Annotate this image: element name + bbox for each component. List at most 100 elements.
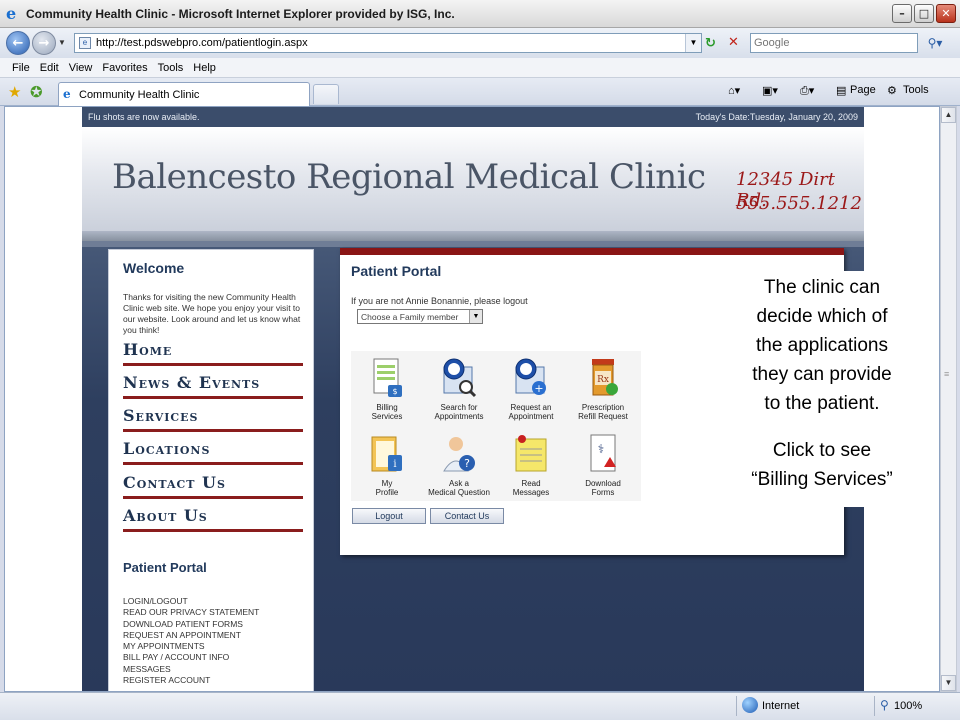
app-search-appointments[interactable]: Search for Appointments <box>423 357 495 421</box>
status-bar: Internet ⚲ 100% <box>0 692 960 720</box>
back-button[interactable]: ← <box>6 31 30 55</box>
tools-menu[interactable]: Tools <box>903 84 929 96</box>
tab-ie-icon: e <box>63 87 71 101</box>
nav-contact-us[interactable]: Contact Us <box>123 473 303 499</box>
scroll-grip-icon[interactable]: ≡ <box>944 369 949 379</box>
scroll-down-icon[interactable]: ▼ <box>941 675 956 691</box>
window-controls: – □ ✕ <box>892 4 956 23</box>
menu-edit[interactable]: Edit <box>38 58 67 77</box>
app-label-line1: Billing <box>376 403 398 412</box>
portal-title: Patient Portal <box>351 263 442 279</box>
app-request-appointment[interactable]: + Request an Appointment <box>495 357 567 421</box>
menu-bar: File Edit View Favorites Tools Help <box>0 58 960 78</box>
favorites-star-icon[interactable]: ★ <box>8 83 21 101</box>
menu-help[interactable]: Help <box>191 58 224 77</box>
app-ask-question[interactable]: ? Ask a Medical Question <box>423 433 495 497</box>
tools-gear-icon[interactable]: ⚙ <box>887 84 897 97</box>
family-member-select[interactable]: Choose a Family member ▼ <box>357 309 483 324</box>
app-label-line1: Read <box>521 479 541 488</box>
clinic-phone: 555.555.1212 <box>736 193 862 214</box>
app-label-line2: Profile <box>375 488 399 497</box>
page-menu-icon[interactable]: ▤ <box>836 84 846 97</box>
status-separator <box>874 696 875 716</box>
security-zone: Internet <box>762 700 800 712</box>
menu-file[interactable]: File <box>10 58 38 77</box>
maximize-button[interactable]: □ <box>914 4 934 23</box>
patient-portal-links: LOGIN/LOGOUT READ OUR PRIVACY STATEMENT … <box>123 596 259 686</box>
app-label-line2: Medical Question <box>428 488 490 497</box>
tab-community-health-clinic[interactable]: e Community Health Clinic <box>58 82 310 106</box>
home-icon[interactable]: ⌂▾ <box>728 84 740 97</box>
calendar-search-icon <box>440 357 478 399</box>
add-favorites-icon[interactable]: ✪ <box>30 83 43 101</box>
nav-home[interactable]: Home <box>123 340 303 366</box>
callout-line: to the patient. <box>764 393 880 414</box>
zoom-level[interactable]: 100% <box>894 700 922 712</box>
search-icon[interactable]: ⚲▾ <box>920 33 950 53</box>
banner-stripe <box>82 231 864 241</box>
logout-note: If you are not Annie Bonannie, please lo… <box>351 296 528 306</box>
search-box[interactable] <box>750 33 918 53</box>
menu-favorites[interactable]: Favorites <box>100 58 155 77</box>
callout-line: decide which of <box>756 306 888 327</box>
app-label-line2: Appointment <box>508 412 554 421</box>
print-icon[interactable]: ⎙▾ <box>800 84 814 98</box>
address-bar[interactable]: e http://test.pdswebpro.com/patientlogin… <box>74 33 702 53</box>
link-bill-pay[interactable]: BILL PAY / ACCOUNT INFO <box>123 652 259 663</box>
link-privacy-statement[interactable]: READ OUR PRIVACY STATEMENT <box>123 607 259 618</box>
link-download-forms[interactable]: DOWNLOAD PATIENT FORMS <box>123 619 259 630</box>
zoom-icon[interactable]: ⚲ <box>880 698 889 712</box>
family-select-value: Choose a Family member <box>361 312 459 322</box>
svg-text:i: i <box>393 459 396 470</box>
link-login-logout[interactable]: LOGIN/LOGOUT <box>123 596 259 607</box>
nav-services[interactable]: Services <box>123 406 303 432</box>
callout-line: Click to see <box>772 440 872 461</box>
welcome-heading: Welcome <box>123 260 185 276</box>
link-my-appointments[interactable]: MY APPOINTMENTS <box>123 641 259 652</box>
app-billing-services[interactable]: $ Billing Services <box>351 357 423 421</box>
app-download-forms[interactable]: ⚕ Download Forms <box>567 433 639 497</box>
page-icon: e <box>79 37 91 49</box>
page-menu[interactable]: Page <box>850 84 876 96</box>
navigation-bar: ← → ▼ e http://test.pdswebpro.com/patien… <box>0 28 960 58</box>
logout-button[interactable]: Logout <box>352 508 426 524</box>
app-read-messages[interactable]: Read Messages <box>495 433 567 497</box>
recent-pages-dropdown-icon[interactable]: ▼ <box>58 38 66 47</box>
nav-news-events[interactable]: News & Events <box>123 373 303 399</box>
site-banner: Balencesto Regional Medical Clinic 12345… <box>82 127 864 247</box>
menu-tools[interactable]: Tools <box>156 58 192 77</box>
link-messages[interactable]: MESSAGES <box>123 664 259 675</box>
clinic-website: Flu shots are now available. Today's Dat… <box>82 107 920 691</box>
app-my-profile[interactable]: i My Profile <box>351 433 423 497</box>
internet-globe-icon <box>742 697 758 713</box>
svg-text:Rx: Rx <box>597 375 609 385</box>
address-url[interactable]: http://test.pdswebpro.com/patientlogin.a… <box>96 37 308 49</box>
window-titlebar: e Community Health Clinic - Microsoft In… <box>0 0 960 28</box>
link-register-account[interactable]: REGISTER ACCOUNT <box>123 675 259 686</box>
profile-folder-icon: i <box>368 433 406 475</box>
close-button[interactable]: ✕ <box>936 4 956 23</box>
chevron-down-icon[interactable]: ▼ <box>469 310 482 323</box>
app-label-line2: Refill Request <box>578 412 628 421</box>
forward-button[interactable]: → <box>32 31 56 55</box>
stop-icon[interactable]: ✕ <box>728 35 739 50</box>
new-tab-button[interactable] <box>313 84 339 104</box>
nav-about-us[interactable]: About Us <box>123 506 303 532</box>
vertical-scrollbar[interactable]: ▲ ≡ ▼ <box>940 106 957 692</box>
contact-us-button[interactable]: Contact Us <box>430 508 504 524</box>
link-request-appointment[interactable]: REQUEST AN APPOINTMENT <box>123 630 259 641</box>
app-label-line1: Ask a <box>448 479 469 488</box>
feeds-icon[interactable]: ▣▾ <box>762 84 778 97</box>
site-top-bar: Flu shots are now available. Today's Dat… <box>82 107 864 127</box>
patient-portal-heading: Patient Portal <box>123 560 207 575</box>
address-dropdown-icon[interactable]: ▼ <box>685 34 701 52</box>
search-input[interactable] <box>751 34 911 52</box>
minimize-button[interactable]: – <box>892 4 912 23</box>
menu-view[interactable]: View <box>67 58 101 77</box>
scroll-up-icon[interactable]: ▲ <box>941 107 956 123</box>
app-prescription-refill[interactable]: Rx Prescription Refill Request <box>567 357 639 421</box>
tab-label: Community Health Clinic <box>79 89 200 101</box>
svg-text:+: + <box>534 382 543 395</box>
nav-locations[interactable]: Locations <box>123 439 303 465</box>
refresh-icon[interactable]: ↻ <box>705 36 716 51</box>
